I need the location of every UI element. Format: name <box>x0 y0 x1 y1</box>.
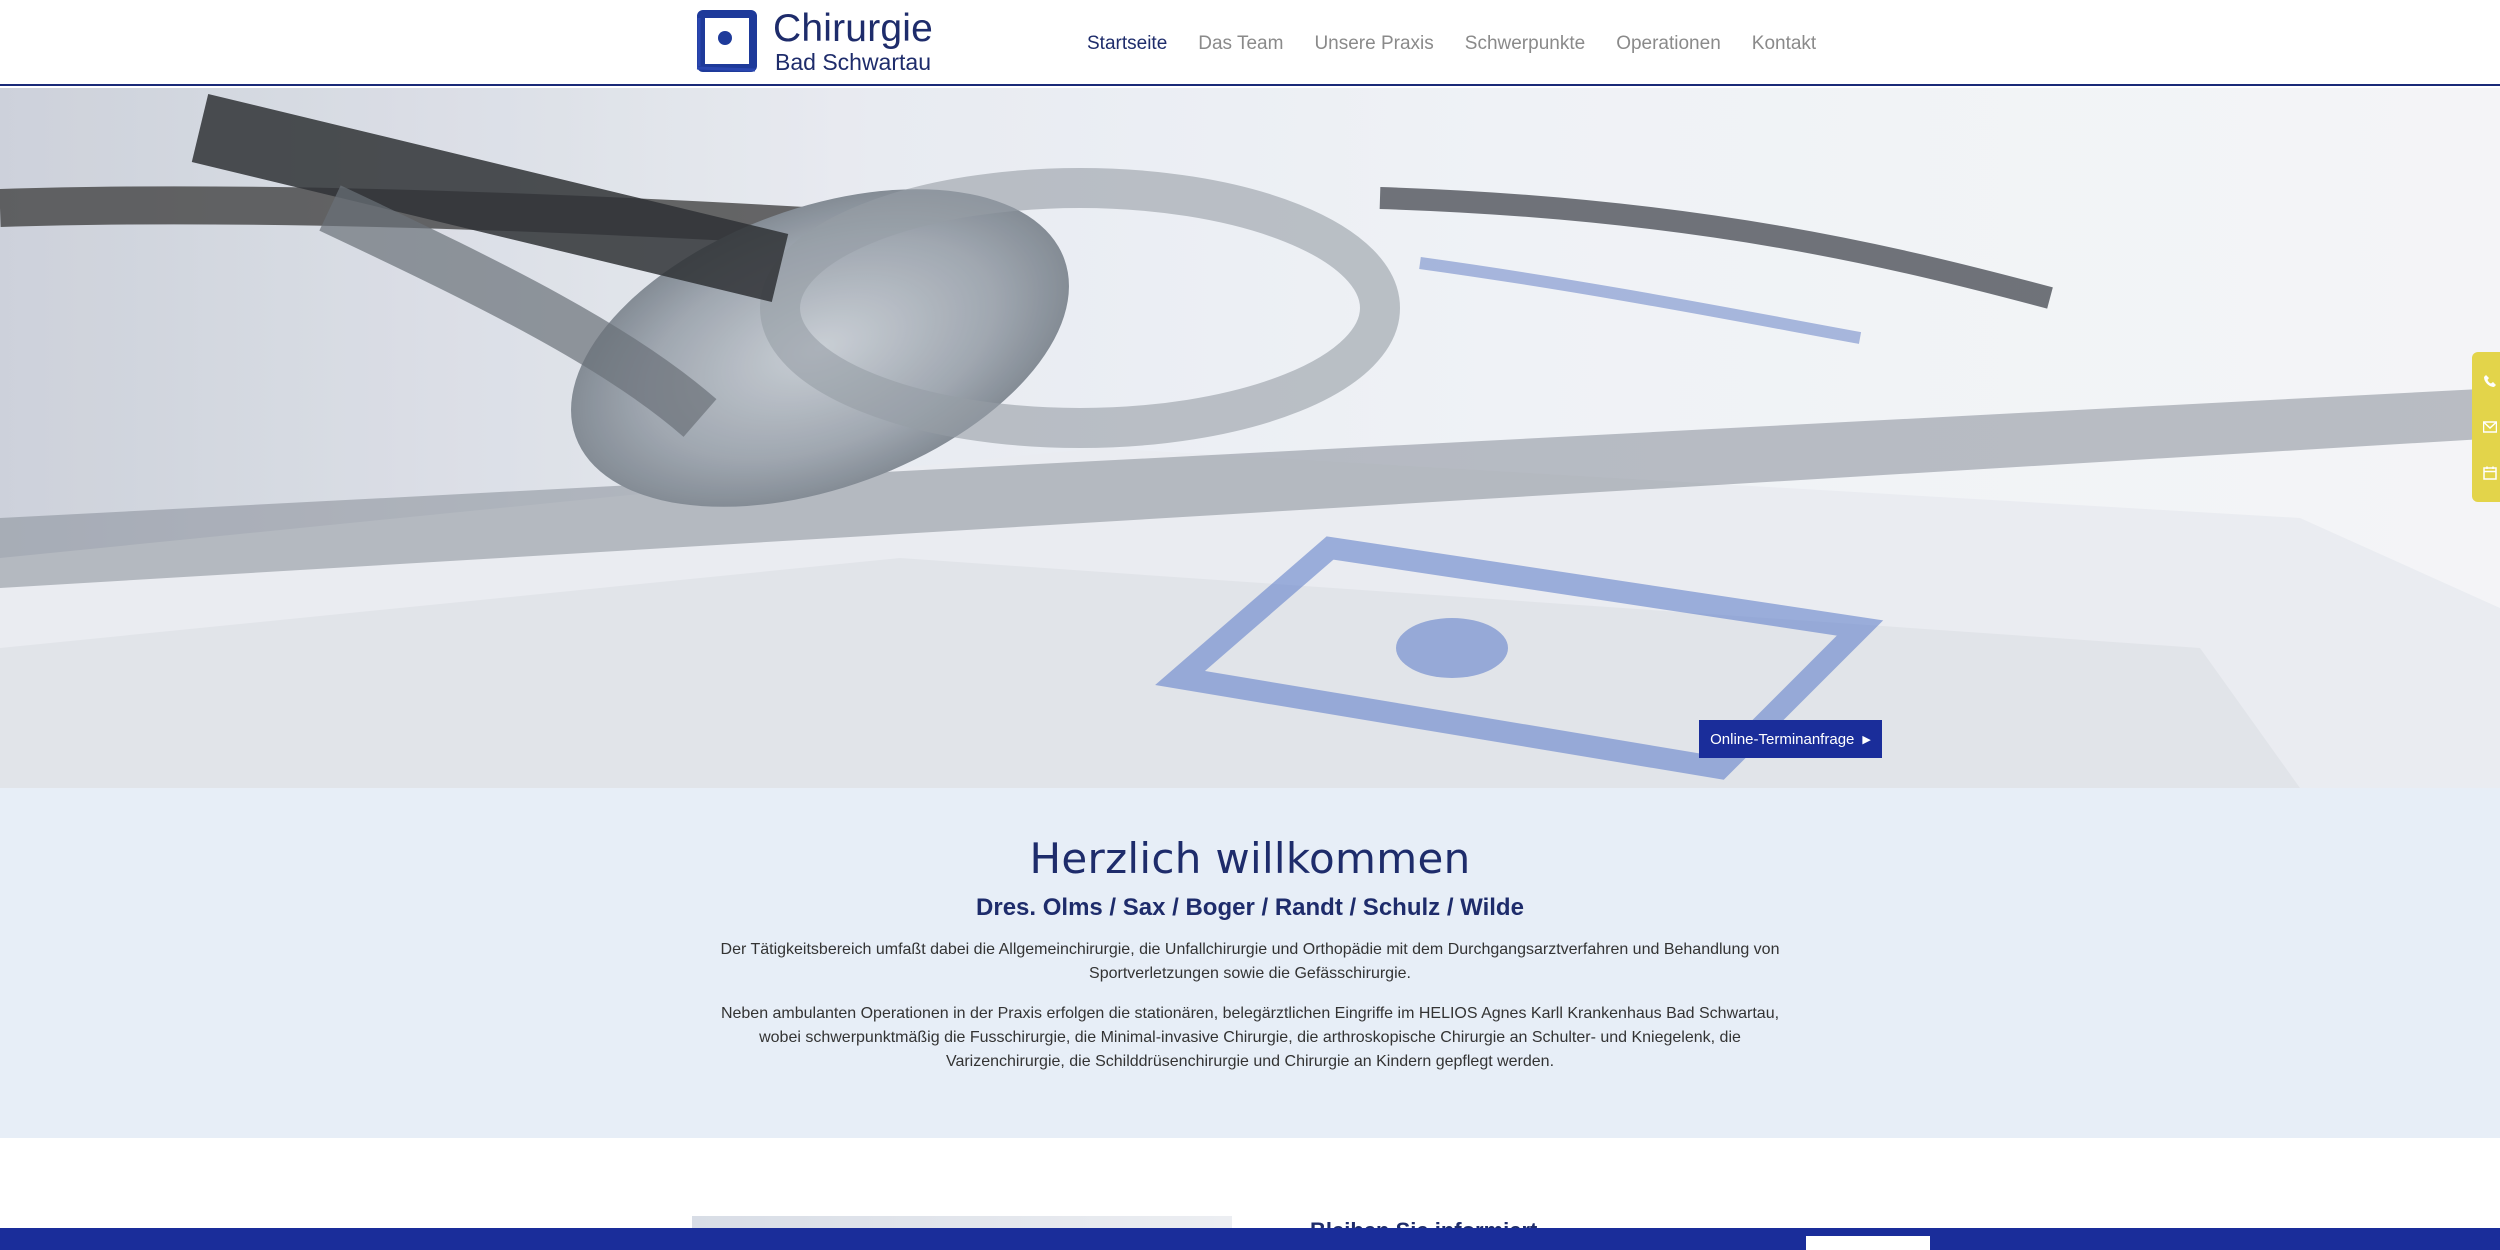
mail-icon[interactable] <box>2475 416 2497 438</box>
nav-operationen[interactable]: Operationen <box>1616 33 1721 55</box>
online-appointment-label: Online-Terminanfrage <box>1710 730 1855 748</box>
calendar-icon[interactable] <box>2475 462 2497 484</box>
hero-photo <box>0 88 2500 788</box>
brand-subtitle: Bad Schwartau <box>775 48 931 75</box>
welcome-section: Herzlich willkommen Dres. Olms / Sax / B… <box>0 788 2500 1138</box>
nav-startseite[interactable]: Startseite <box>1087 33 1167 55</box>
nav-schwerpunkte[interactable]: Schwerpunkte <box>1465 33 1585 55</box>
welcome-title: Herzlich willkommen <box>1029 834 1471 883</box>
nav-unsere-praxis[interactable]: Unsere Praxis <box>1314 33 1433 55</box>
main-nav: Startseite Das Team Unsere Praxis Schwer… <box>1087 33 1847 55</box>
caret-right-icon: ▶ <box>1862 733 1871 746</box>
side-contact-tab <box>2472 352 2500 502</box>
nav-kontakt[interactable]: Kontakt <box>1752 33 1816 55</box>
phone-icon[interactable] <box>2475 370 2497 392</box>
online-appointment-button[interactable]: Online-Terminanfrage ▶ <box>1699 720 1882 758</box>
cookie-accept-button[interactable] <box>1806 1236 1930 1250</box>
doctors-names: Dres. Olms / Sax / Boger / Randt / Schul… <box>976 894 1524 921</box>
welcome-paragraph-1: Der Tätigkeitsbereich umfaßt dabei die A… <box>720 941 1780 982</box>
logo[interactable]: Chirurgie Bad Schwartau <box>693 8 933 74</box>
brand-title: Chirurgie <box>773 6 934 50</box>
logo-mark-icon <box>693 8 759 74</box>
nav-das-team[interactable]: Das Team <box>1198 33 1283 55</box>
logo-text: Chirurgie Bad Schwartau <box>773 9 933 74</box>
cookie-banner <box>0 1228 2500 1250</box>
hero-image <box>0 88 2500 788</box>
welcome-paragraph-2: Neben ambulanten Operationen in der Prax… <box>720 1005 1780 1070</box>
site-header: Chirurgie Bad Schwartau Startseite Das T… <box>0 0 2500 86</box>
